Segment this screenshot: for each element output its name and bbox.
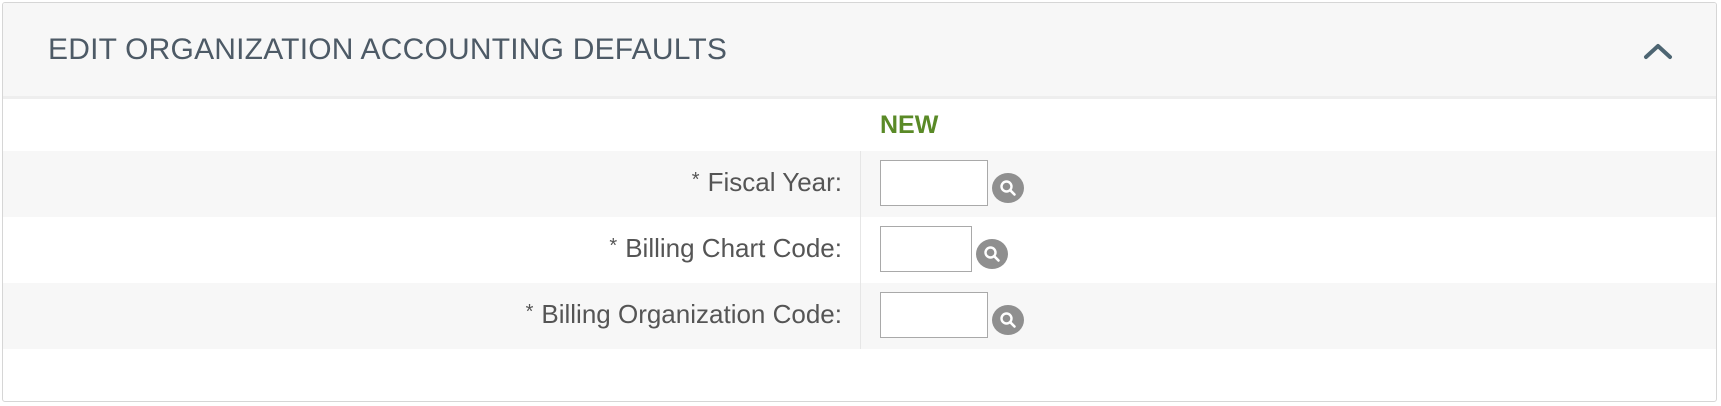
collapse-button[interactable] [1640, 35, 1676, 65]
search-icon [1000, 312, 1016, 328]
form-row-billing-chart-code: * Billing Chart Code: [3, 217, 1716, 283]
label-cell: * Fiscal Year: [3, 151, 861, 217]
search-icon [1000, 180, 1016, 196]
chevron-up-icon [1644, 44, 1672, 59]
fiscal-year-lookup-button[interactable] [992, 173, 1024, 203]
fiscal-year-label: Fiscal Year: [707, 167, 842, 197]
label-cell: * Billing Organization Code: [3, 283, 861, 349]
billing-organization-code-label: Billing Organization Code: [541, 299, 842, 329]
accounting-defaults-panel: EDIT ORGANIZATION ACCOUNTING DEFAULTS NE… [2, 2, 1717, 402]
form-row-fiscal-year: * Fiscal Year: [3, 151, 1716, 217]
required-marker: * [691, 169, 700, 191]
panel-header: EDIT ORGANIZATION ACCOUNTING DEFAULTS [3, 3, 1716, 99]
fiscal-year-input[interactable] [880, 160, 988, 206]
billing-chart-code-label: Billing Chart Code: [625, 233, 842, 263]
form-row-billing-organization-code: * Billing Organization Code: [3, 283, 1716, 349]
column-header-new: NEW [880, 111, 939, 139]
search-icon [984, 246, 1000, 262]
label-cell: * Billing Chart Code: [3, 217, 861, 283]
billing-organization-code-lookup-button[interactable] [992, 305, 1024, 335]
field-label: * Billing Organization Code: [526, 299, 842, 330]
billing-organization-code-input[interactable] [880, 292, 988, 338]
panel-title: EDIT ORGANIZATION ACCOUNTING DEFAULTS [48, 33, 728, 66]
billing-chart-code-lookup-button[interactable] [976, 239, 1008, 269]
edit-table: NEW * Fiscal Year: * Billing Chart Code: [3, 99, 1716, 349]
field-label: * Billing Chart Code: [609, 233, 842, 264]
field-label: * Fiscal Year: [692, 167, 842, 198]
billing-chart-code-input[interactable] [880, 226, 972, 272]
required-marker: * [525, 301, 534, 323]
required-marker: * [609, 235, 618, 257]
column-header-row: NEW [3, 99, 1716, 151]
